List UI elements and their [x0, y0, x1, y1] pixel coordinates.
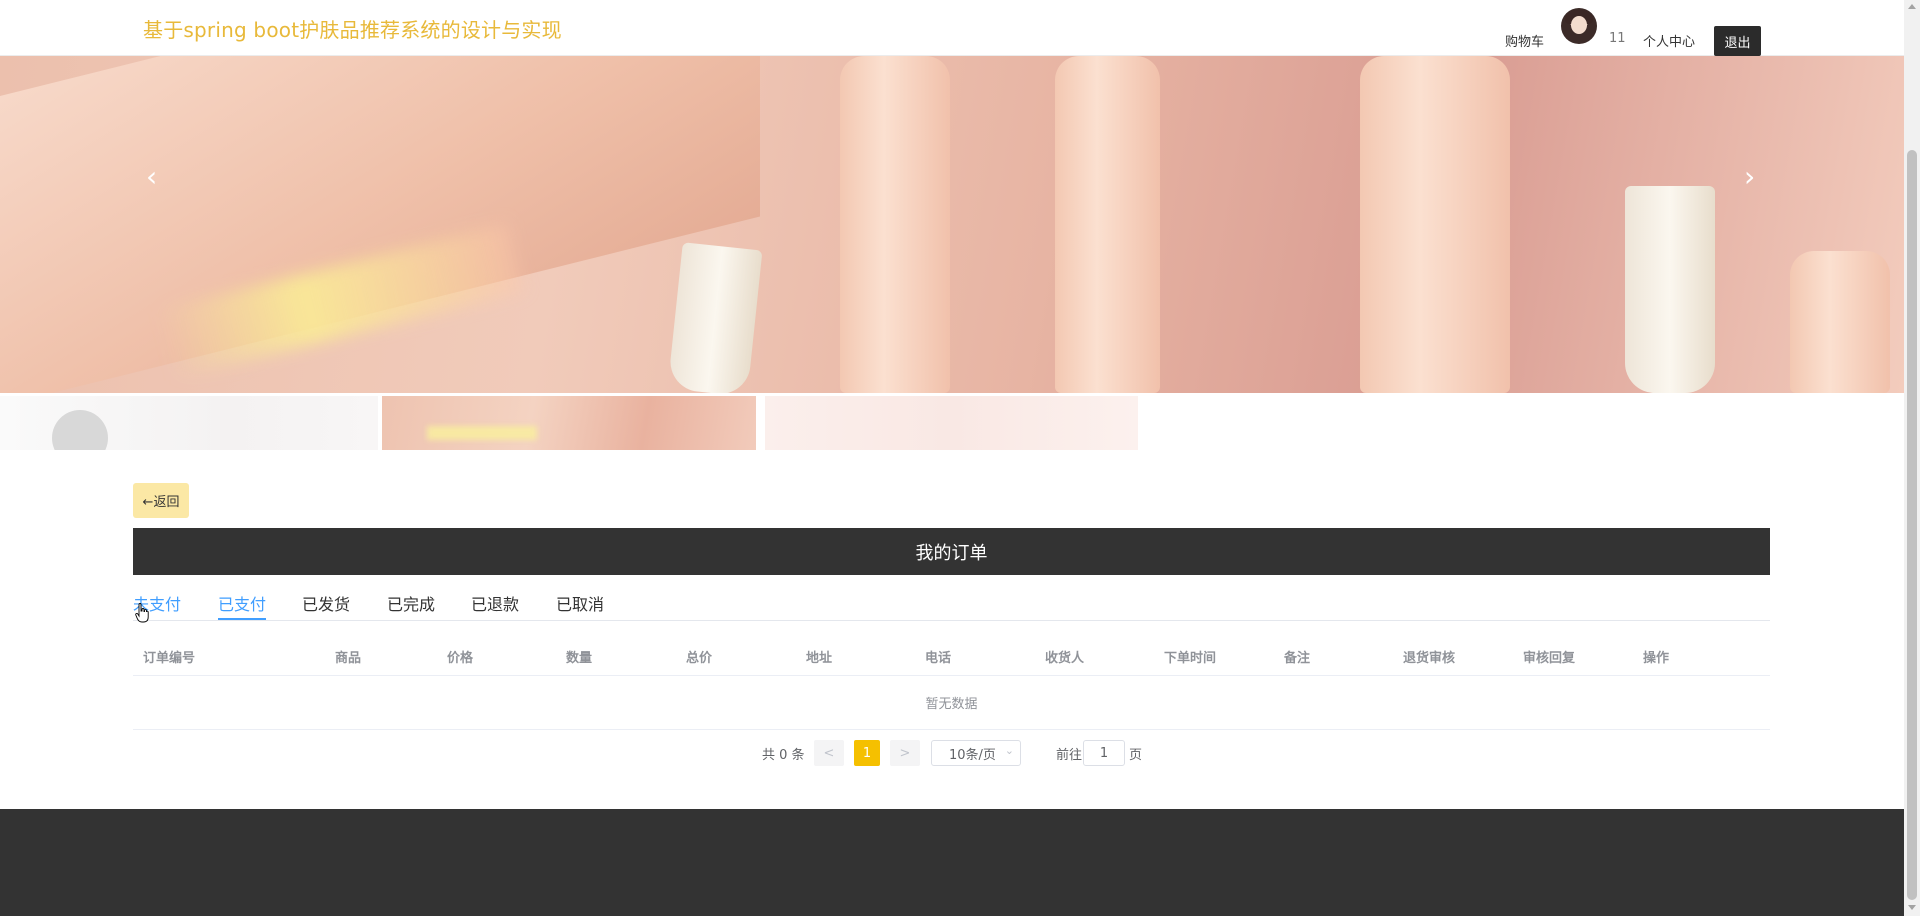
column-header: 退货审核 — [1403, 651, 1456, 666]
banner-tube — [667, 242, 763, 393]
top-header: 基于spring boot护肤品推荐系统的设计与实现 购物车 11 个人中心 退… — [0, 0, 1904, 56]
column-header: 商品 — [335, 651, 362, 666]
column-header: 地址 — [806, 651, 833, 666]
scroll-thumb[interactable] — [1907, 150, 1917, 900]
tab-paid[interactable]: 已支付 — [218, 591, 267, 620]
carousel-thumb[interactable] — [0, 396, 378, 450]
cart-link[interactable]: 购物车 — [1505, 31, 1544, 50]
column-header: 电话 — [925, 651, 952, 666]
vertical-scrollbar[interactable] — [1904, 0, 1920, 916]
column-header: 下单时间 — [1164, 651, 1217, 666]
page-number-current[interactable]: 1 — [854, 740, 880, 766]
table-empty-text: 暂无数据 — [133, 676, 1770, 730]
page-size-value: 10条/页 — [949, 747, 996, 763]
column-header: 订单编号 — [143, 651, 196, 666]
tab-cancelled[interactable]: 已取消 — [556, 591, 604, 620]
tab-refunded[interactable]: 已退款 — [471, 591, 519, 620]
scroll-down-arrow-icon[interactable] — [1908, 905, 1916, 910]
tab-shipped[interactable]: 已发货 — [302, 591, 350, 620]
goto-page-input[interactable]: 1 — [1083, 740, 1125, 766]
banner-bottle — [840, 56, 950, 393]
user-center-link[interactable]: 个人中心 — [1643, 31, 1695, 50]
banner-bottle — [1790, 251, 1890, 393]
banner-tube — [1625, 186, 1715, 393]
page-footer — [0, 809, 1904, 916]
avatar[interactable] — [1561, 8, 1597, 44]
carousel-next-icon[interactable]: › — [1744, 160, 1755, 193]
page-title: 我的订单 — [133, 528, 1770, 575]
banner-carousel[interactable]: ‹ › — [0, 56, 1904, 393]
carousel-thumb[interactable] — [765, 396, 1138, 450]
order-status-tabs: 未支付 已支付 已发货 已完成 已退款 已取消 — [133, 591, 1770, 621]
back-button[interactable]: ←返回 — [133, 483, 189, 518]
column-header: 备注 — [1284, 651, 1311, 666]
orders-table-header: 订单编号 商品 价格 数量 总价 地址 电话 收货人 下单时间 备注 退货审核 … — [133, 634, 1770, 676]
banner-bottle — [1360, 56, 1510, 393]
column-header: 操作 — [1643, 651, 1670, 666]
chevron-down-icon: ⌄ — [1004, 744, 1014, 757]
column-header: 总价 — [686, 651, 713, 666]
scroll-up-arrow-icon[interactable] — [1908, 4, 1916, 9]
column-header: 审核回复 — [1523, 651, 1576, 666]
prev-page-button[interactable]: < — [814, 740, 844, 766]
logout-button[interactable]: 退出 — [1714, 26, 1761, 56]
avatar-face — [1571, 16, 1587, 34]
site-title[interactable]: 基于spring boot护肤品推荐系统的设计与实现 — [143, 14, 562, 43]
carousel-thumbnails — [0, 393, 1904, 450]
carousel-prev-icon[interactable]: ‹ — [146, 160, 157, 193]
hand-cursor-icon — [135, 603, 149, 623]
banner-bottle — [1055, 56, 1160, 393]
thumb-glow — [427, 426, 537, 440]
page-suffix-label: 页 — [1129, 748, 1143, 763]
column-header: 数量 — [566, 651, 593, 666]
tab-completed[interactable]: 已完成 — [387, 591, 435, 620]
pagination: 共 0 条 < 1 > 10条/页 ⌄ 前往 1 页 — [0, 740, 1904, 766]
thumb-product — [52, 410, 108, 450]
goto-label: 前往 — [1056, 748, 1083, 763]
column-header: 收货人 — [1045, 651, 1085, 666]
next-page-button[interactable]: > — [890, 740, 920, 766]
page-size-select[interactable]: 10条/页 ⌄ — [931, 740, 1021, 766]
column-header: 价格 — [447, 651, 474, 666]
user-count[interactable]: 11 — [1609, 31, 1626, 46]
carousel-thumb-active[interactable] — [382, 396, 756, 450]
pagination-total: 共 0 条 — [762, 748, 805, 763]
